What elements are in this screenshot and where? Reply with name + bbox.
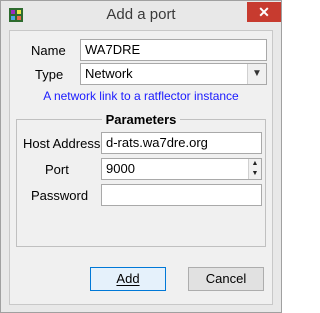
add-button-label: Add (116, 271, 140, 286)
host-address-value: d-rats.wa7dre.org (106, 135, 208, 150)
cancel-button-label: Cancel (205, 271, 247, 286)
name-field[interactable]: WA7DRE (80, 39, 267, 61)
port-label: Port (45, 162, 69, 177)
cancel-button[interactable]: Cancel (188, 267, 264, 291)
window-title: Add a port (106, 6, 176, 23)
password-label: Password (31, 188, 89, 203)
port-type-description: A network link to a ratflector instance (43, 89, 239, 103)
password-field[interactable] (101, 184, 262, 206)
port-spinbox[interactable]: 9000 ▲ ▼ (101, 158, 262, 180)
close-button[interactable]: ✕ (247, 2, 281, 22)
type-select[interactable]: Network ▼ (80, 63, 267, 85)
type-select-value: Network (85, 66, 133, 81)
port-spin-buttons: ▲ ▼ (248, 159, 261, 179)
parameters-title: Parameters (17, 111, 265, 129)
parameters-group: Parameters Host Address d-rats.wa7dre.or… (16, 112, 266, 247)
port-value: 9000 (106, 161, 135, 176)
parameters-title-text: Parameters (101, 112, 181, 127)
name-label: Name (31, 43, 66, 58)
type-label: Type (35, 67, 64, 82)
spin-down-icon[interactable]: ▼ (249, 169, 261, 179)
title-bar[interactable]: Add a port ✕ (1, 1, 281, 29)
add-port-dialog: Add a port ✕ Name WA7DRE Type Network ▼ … (0, 0, 282, 313)
add-button[interactable]: Add (90, 267, 166, 291)
host-address-field[interactable]: d-rats.wa7dre.org (101, 132, 262, 154)
dialog-body: Name WA7DRE Type Network ▼ A network lin… (9, 30, 273, 305)
chevron-down-icon[interactable]: ▼ (247, 64, 266, 84)
host-address-label: Host Address (23, 136, 101, 151)
